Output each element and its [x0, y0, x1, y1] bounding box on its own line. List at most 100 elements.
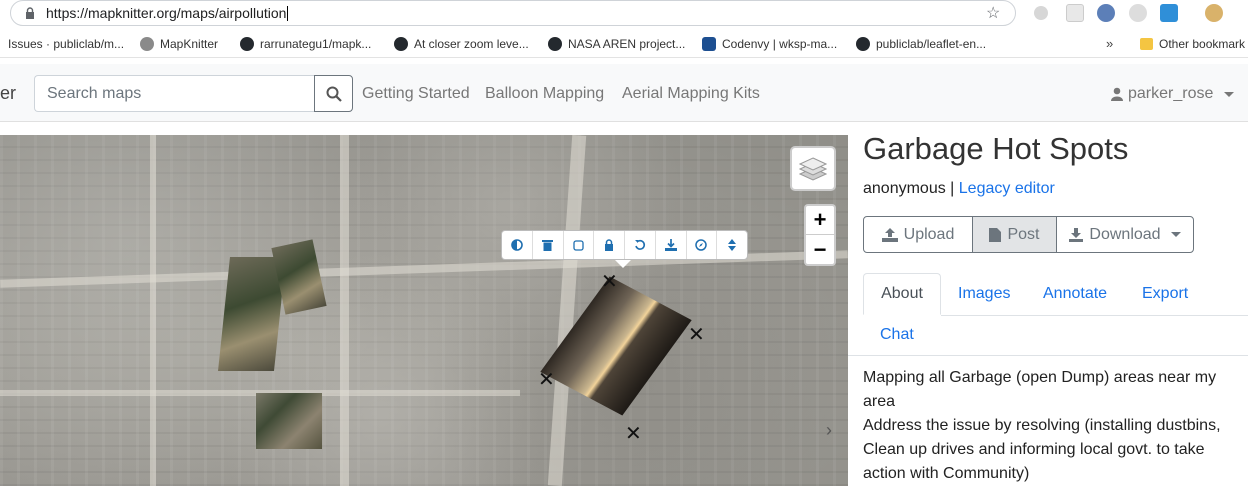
nav-aerial-mapping-kits[interactable]: Aerial Mapping Kits	[622, 85, 760, 103]
action-buttons: Upload Post Download	[863, 216, 1194, 253]
bookmark-label: At closer zoom leve...	[414, 37, 529, 51]
other-bookmarks-label: Other bookmark	[1159, 37, 1246, 51]
legacy-editor-link[interactable]: Legacy editor	[959, 180, 1055, 197]
search-button[interactable]	[314, 75, 353, 112]
compass-button[interactable]	[687, 231, 718, 259]
bookmark-label: publiclab/leaflet-en...	[876, 37, 987, 51]
caret-down-icon	[1224, 91, 1235, 97]
sidebar-tabs: About Images Annotate Export Chat	[848, 272, 1248, 356]
bookmarks-overflow-button[interactable]: »	[1106, 36, 1113, 51]
mapknitter-icon	[140, 37, 154, 51]
lock-icon	[26, 7, 34, 19]
map-image-overlay[interactable]	[256, 393, 322, 449]
download-dropdown-button[interactable]: Download	[1056, 216, 1194, 253]
sort-icon	[728, 239, 737, 251]
extension-icon[interactable]	[1034, 6, 1048, 20]
lock-icon	[605, 239, 614, 251]
corner-handle-icon[interactable]: ✕	[538, 370, 555, 390]
compass-icon	[695, 239, 708, 251]
map-image-overlay[interactable]	[218, 257, 286, 371]
other-bookmarks[interactable]: Other bookmark	[1140, 37, 1245, 51]
url-path: /maps/airpollution	[176, 5, 287, 21]
outline-button[interactable]	[564, 231, 595, 259]
nav-getting-started[interactable]: Getting Started	[362, 85, 470, 103]
tab-annotate[interactable]: Annotate	[1043, 285, 1107, 303]
corner-handle-icon[interactable]: ✕	[601, 272, 618, 292]
github-icon	[240, 37, 254, 51]
url-text: https://mapknitter.org/maps/airpollution	[46, 5, 289, 21]
tab-export[interactable]: Export	[1142, 285, 1188, 303]
rotate-icon	[634, 239, 645, 250]
caret-down-icon	[1170, 232, 1181, 237]
bookmark-item[interactable]: MapKnitter	[140, 37, 218, 51]
upload-button[interactable]: Upload	[863, 216, 973, 253]
zoom-out-button[interactable]: −	[806, 235, 834, 264]
address-bar[interactable]: https://mapknitter.org/maps/airpollution	[10, 0, 1016, 26]
browser-toolbar: https://mapknitter.org/maps/airpollution…	[0, 0, 1248, 28]
bookmarks-bar: Issues · publiclab/m... MapKnitter rarru…	[0, 32, 1248, 58]
github-icon	[856, 37, 870, 51]
upload-icon	[881, 227, 898, 242]
folder-icon	[1140, 38, 1153, 50]
map-sidebar: Garbage Hot Spots anonymous | Legacy edi…	[848, 122, 1248, 486]
map-description: Mapping all Garbage (open Dump) areas ne…	[863, 369, 1221, 482]
bookmark-item[interactable]: rarrunategu1/mapk...	[240, 37, 371, 51]
extension-icon[interactable]	[1160, 4, 1178, 22]
url-host: https://mapknitter.org	[46, 5, 177, 21]
contrast-button[interactable]	[502, 231, 533, 259]
map-title: Garbage Hot Spots	[863, 131, 1129, 166]
post-label: Post	[1007, 225, 1040, 243]
search-input[interactable]	[34, 75, 315, 112]
bookmark-label: rarrunategu1/mapk...	[260, 37, 372, 51]
author-line: anonymous | Legacy editor	[863, 180, 1055, 198]
rotate-button[interactable]	[625, 231, 656, 259]
zoom-control: + −	[804, 204, 836, 266]
delete-button[interactable]	[533, 231, 564, 259]
trash-icon	[542, 240, 554, 251]
user-icon	[1111, 87, 1123, 101]
nav-balloon-mapping[interactable]: Balloon Mapping	[485, 85, 604, 103]
extension-icon[interactable]	[1097, 4, 1115, 22]
post-button[interactable]: Post	[972, 216, 1057, 253]
download-button[interactable]	[656, 231, 687, 259]
corner-handle-icon[interactable]: ✕	[625, 424, 642, 444]
extension-icon[interactable]	[1066, 4, 1084, 22]
app-navbar: er Getting Started Balloon Mapping Aeria…	[0, 64, 1248, 122]
chevron-right-icon[interactable]: ›	[826, 420, 832, 441]
user-menu[interactable]: parker_rose	[1111, 85, 1235, 103]
bookmark-item[interactable]: At closer zoom leve...	[394, 37, 529, 51]
bookmark-item[interactable]: NASA AREN project...	[548, 37, 685, 51]
file-icon	[989, 227, 1002, 242]
bookmark-item[interactable]: publiclab/leaflet-en...	[856, 37, 986, 51]
bookmark-label: Issues · publiclab/m...	[8, 37, 125, 51]
author-name: anonymous	[863, 180, 946, 197]
github-icon	[548, 37, 562, 51]
bookmark-star-icon[interactable]: ☆	[986, 3, 1000, 23]
bookmark-label: Codenvy | wksp-ma...	[722, 37, 838, 51]
profile-avatar-icon[interactable]	[1205, 4, 1223, 22]
github-icon	[394, 37, 408, 51]
cloud-icon	[702, 37, 716, 51]
bookmark-item[interactable]: Issues · publiclab/m...	[8, 37, 124, 51]
extension-icon[interactable]	[1129, 4, 1147, 22]
bookmark-label: MapKnitter	[160, 37, 219, 51]
bookmark-item[interactable]: Codenvy | wksp-ma...	[702, 37, 837, 51]
bookmark-label: NASA AREN project...	[568, 37, 686, 51]
tab-images[interactable]: Images	[958, 285, 1010, 303]
layers-icon	[799, 156, 827, 181]
layers-button[interactable]	[790, 146, 836, 191]
sort-button[interactable]	[717, 231, 747, 259]
outline-icon	[573, 239, 584, 251]
tab-chat[interactable]: Chat	[880, 326, 914, 344]
lock-button[interactable]	[594, 231, 625, 259]
corner-handle-icon[interactable]: ✕	[688, 325, 705, 345]
tab-about[interactable]: About	[863, 273, 941, 315]
contrast-icon	[511, 239, 523, 251]
zoom-in-button[interactable]: +	[806, 206, 834, 235]
separator: |	[950, 180, 955, 197]
brand-logo-text[interactable]: er	[0, 83, 16, 104]
upload-label: Upload	[903, 225, 955, 243]
download-icon	[1069, 227, 1084, 242]
map-canvas[interactable]	[0, 135, 848, 486]
image-edit-toolbar	[501, 230, 748, 260]
